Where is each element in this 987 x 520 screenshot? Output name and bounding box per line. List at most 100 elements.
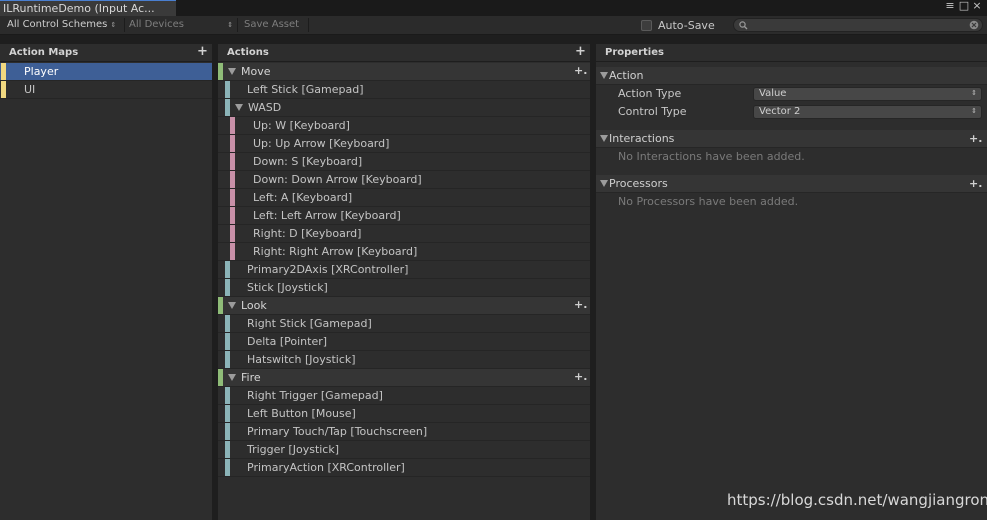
control-type-dropdown[interactable]: Vector 2 ⇕ xyxy=(753,105,982,119)
binding-row[interactable]: Left Stick [Gamepad] xyxy=(218,81,590,99)
add-action-map-plus-icon[interactable]: + xyxy=(197,45,208,58)
binding-row[interactable]: Hatswitch [Joystick] xyxy=(218,351,590,369)
properties-panel: Properties Action Action Type Value ⇕ Co… xyxy=(596,44,987,520)
row-label: Right Trigger [Gamepad] xyxy=(247,389,383,402)
binding-row[interactable]: Right Trigger [Gamepad] xyxy=(218,387,590,405)
row-color-bar xyxy=(225,459,230,476)
row-label: WASD xyxy=(248,101,282,114)
foldout-arrow-icon[interactable] xyxy=(600,180,608,187)
row-label: Up: W [Keyboard] xyxy=(253,119,350,132)
action-maps-header: Action Maps + xyxy=(0,44,212,62)
updown-icon: ⇕ xyxy=(971,89,977,97)
composite-part-row[interactable]: Right: D [Keyboard] xyxy=(218,225,590,243)
properties-header: Properties xyxy=(596,44,987,62)
add-processor-plus-icon[interactable]: +. xyxy=(969,178,982,190)
action-row[interactable]: Move +. xyxy=(218,63,590,81)
control-type-label: Control Type xyxy=(618,105,687,118)
action-type-value: Value xyxy=(759,88,787,99)
processors-section-header[interactable]: Processors +. xyxy=(596,175,987,193)
updown-icon: ⇕ xyxy=(971,107,977,115)
close-icon[interactable]: × xyxy=(971,0,983,12)
devices-dropdown[interactable]: All Devices ⇕ xyxy=(129,19,233,30)
action-map-label: UI xyxy=(24,83,36,96)
action-maps-title: Action Maps xyxy=(9,47,79,58)
row-label: Hatswitch [Joystick] xyxy=(247,353,356,366)
composite-part-row[interactable]: Down: S [Keyboard] xyxy=(218,153,590,171)
binding-row[interactable]: Left Button [Mouse] xyxy=(218,405,590,423)
binding-row[interactable]: Primary2DAxis [XRController] xyxy=(218,261,590,279)
row-color-bar xyxy=(225,387,230,404)
control-schemes-label: All Control Schemes xyxy=(7,19,108,30)
updown-icon: ⇕ xyxy=(227,21,234,29)
row-color-bar xyxy=(225,99,230,116)
row-label: Fire xyxy=(241,371,261,384)
binding-row[interactable]: Stick [Joystick] xyxy=(218,279,590,297)
row-label: Look xyxy=(241,299,267,312)
binding-row[interactable]: Right Stick [Gamepad] xyxy=(218,315,590,333)
row-label: Primary Touch/Tap [Touchscreen] xyxy=(247,425,428,438)
action-type-dropdown[interactable]: Value ⇕ xyxy=(753,87,982,101)
foldout-arrow-icon[interactable] xyxy=(235,104,243,111)
row-color-bar xyxy=(230,117,235,134)
devices-label: All Devices xyxy=(129,19,184,30)
action-row[interactable]: Fire +. xyxy=(218,369,590,387)
actions-panel: Actions + Move +. Left Stick [Gamepad] WASD… xyxy=(218,44,590,520)
row-label: Move xyxy=(241,65,271,78)
row-label: Up: Up Arrow [Keyboard] xyxy=(253,137,390,150)
add-action-plus-icon[interactable]: + xyxy=(575,45,586,58)
row-color-bar xyxy=(225,81,230,98)
composite-part-row[interactable]: Left: A [Keyboard] xyxy=(218,189,590,207)
binding-row[interactable]: Delta [Pointer] xyxy=(218,333,590,351)
row-label: Down: Down Arrow [Keyboard] xyxy=(253,173,422,186)
foldout-arrow-icon[interactable] xyxy=(228,68,236,75)
action-section-header[interactable]: Action xyxy=(596,67,987,85)
row-color-bar xyxy=(225,333,230,350)
row-color-bar xyxy=(218,63,223,80)
foldout-arrow-icon[interactable] xyxy=(600,72,608,79)
row-label: Stick [Joystick] xyxy=(247,281,328,294)
action-map-color-bar xyxy=(1,63,6,80)
processors-empty-text: No Processors have been added. xyxy=(618,195,799,208)
search-clear-icon[interactable] xyxy=(969,20,979,30)
composite-row[interactable]: WASD xyxy=(218,99,590,117)
row-label: PrimaryAction [XRController] xyxy=(247,461,405,474)
row-color-bar xyxy=(225,423,230,440)
control-type-value: Vector 2 xyxy=(759,106,801,117)
interactions-section-header[interactable]: Interactions +. xyxy=(596,130,987,148)
composite-part-row[interactable]: Up: Up Arrow [Keyboard] xyxy=(218,135,590,153)
add-binding-plus-icon[interactable]: +. xyxy=(574,65,587,77)
composite-part-row[interactable]: Left: Left Arrow [Keyboard] xyxy=(218,207,590,225)
foldout-arrow-icon[interactable] xyxy=(228,302,236,309)
row-color-bar xyxy=(225,351,230,368)
composite-part-row[interactable]: Up: W [Keyboard] xyxy=(218,117,590,135)
actions-header: Actions + xyxy=(218,44,590,62)
save-asset-button[interactable]: Save Asset xyxy=(244,19,299,30)
add-binding-plus-icon[interactable]: +. xyxy=(574,299,587,311)
window-menu-icon[interactable]: ≡ xyxy=(944,0,956,12)
search-input[interactable] xyxy=(733,18,983,32)
updown-icon: ⇕ xyxy=(110,21,117,29)
action-map-color-bar xyxy=(1,81,6,98)
binding-row[interactable]: Trigger [Joystick] xyxy=(218,441,590,459)
row-color-bar xyxy=(225,315,230,332)
composite-part-row[interactable]: Down: Down Arrow [Keyboard] xyxy=(218,171,590,189)
add-binding-plus-icon[interactable]: +. xyxy=(574,371,587,383)
foldout-arrow-icon[interactable] xyxy=(600,135,608,142)
control-schemes-dropdown[interactable]: All Control Schemes ⇕ xyxy=(7,19,116,30)
row-label: Right: Right Arrow [Keyboard] xyxy=(253,245,418,258)
auto-save-checkbox[interactable] xyxy=(641,20,652,31)
processors-section-title: Processors xyxy=(609,177,668,190)
toolbar-divider xyxy=(124,18,125,32)
binding-row[interactable]: Primary Touch/Tap [Touchscreen] xyxy=(218,423,590,441)
foldout-arrow-icon[interactable] xyxy=(228,374,236,381)
maximize-icon[interactable]: □ xyxy=(958,0,970,12)
action-maps-panel: Action Maps + Player UI xyxy=(0,44,212,520)
binding-row[interactable]: PrimaryAction [XRController] xyxy=(218,459,590,477)
add-interaction-plus-icon[interactable]: +. xyxy=(969,133,982,145)
action-row[interactable]: Look +. xyxy=(218,297,590,315)
action-map-item-ui[interactable]: UI xyxy=(0,81,212,99)
composite-part-row[interactable]: Right: Right Arrow [Keyboard] xyxy=(218,243,590,261)
window-tab[interactable]: ILRuntimeDemo (Input Ac... xyxy=(0,0,176,16)
action-map-item-player[interactable]: Player xyxy=(0,63,212,81)
row-label: Right Stick [Gamepad] xyxy=(247,317,372,330)
